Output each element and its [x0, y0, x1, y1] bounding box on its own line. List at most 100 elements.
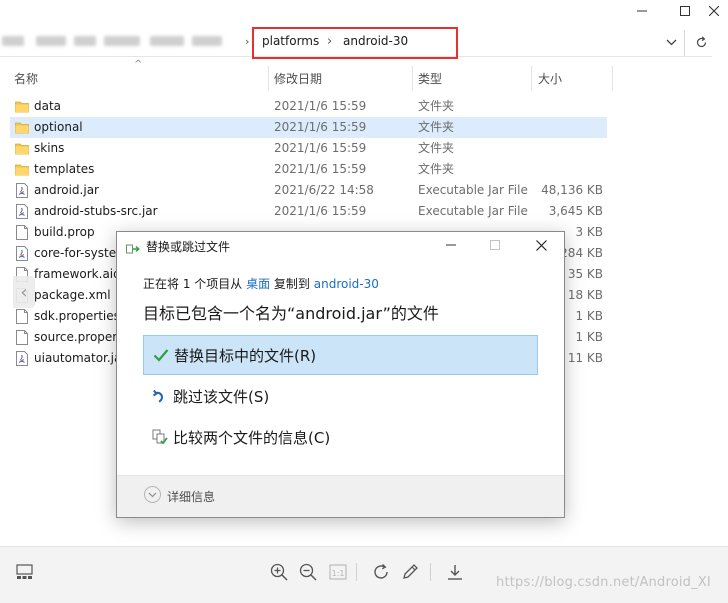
file-date: 2021/1/6 15:59 — [274, 162, 367, 176]
file-name: core-for-syste — [34, 246, 117, 260]
document-icon — [15, 330, 29, 345]
download-button[interactable] — [443, 560, 467, 584]
file-size: 284 KB — [560, 246, 603, 260]
file-name: build.prop — [34, 225, 95, 239]
replace-file-option[interactable]: 替换目标中的文件(R) — [143, 335, 538, 375]
file-name: skins — [34, 141, 65, 155]
file-date: 2021/1/6 15:59 — [274, 120, 367, 134]
zoom-out-icon — [299, 563, 317, 581]
file-row[interactable]: skins 2021/1/6 15:59 文件夹 — [10, 138, 607, 159]
minimize-button[interactable] — [628, 0, 656, 22]
close-icon — [709, 6, 719, 16]
thumbnails-icon — [15, 564, 33, 579]
file-name: android.jar — [34, 183, 99, 197]
thumbnail-view-button[interactable] — [12, 560, 36, 584]
copy-progress-middle: 复制到 — [270, 277, 314, 291]
rotate-icon — [374, 563, 388, 579]
file-size: 3,645 KB — [548, 204, 603, 218]
jar-file-icon — [15, 183, 29, 198]
watermark-text: https://blog.csdn.net/Android_XI — [496, 575, 711, 590]
address-path-obscured — [0, 31, 250, 51]
folder-icon — [15, 99, 29, 114]
column-divider[interactable] — [268, 66, 269, 90]
column-divider[interactable] — [612, 66, 613, 90]
zoom-out-button[interactable] — [296, 560, 320, 584]
source-folder-link[interactable]: 桌面 — [246, 277, 270, 291]
column-header-type[interactable]: 类型 — [418, 66, 528, 90]
chevron-down-icon — [148, 492, 157, 497]
compare-files-option[interactable]: 比较两个文件的信息(C) — [143, 418, 538, 458]
column-header-date-label: 修改日期 — [274, 71, 323, 86]
file-date: 2021/1/6 15:59 — [274, 141, 367, 155]
dialog-minimize-button[interactable] — [436, 234, 466, 256]
details-label[interactable]: 详细信息 — [167, 488, 215, 505]
skip-file-option[interactable]: 跳过该文件(S) — [143, 377, 538, 417]
address-history-dropdown[interactable] — [660, 31, 682, 53]
column-divider[interactable] — [412, 66, 413, 90]
dialog-title: 替换或跳过文件 — [146, 240, 231, 254]
pencil-icon — [403, 564, 418, 579]
file-size: 11 KB — [567, 351, 603, 365]
file-row[interactable]: android-stubs-src.jar 2021/1/6 15:59 Execu… — [10, 201, 607, 222]
file-row[interactable]: android.jar 2021/6/22 14:58 Executable Jar… — [10, 180, 607, 201]
file-row[interactable]: data 2021/1/6 15:59 文件夹 — [10, 96, 607, 117]
file-name: package.xml — [34, 288, 111, 302]
destination-folder-link[interactable]: android-30 — [314, 277, 379, 291]
compare-files-icon — [152, 429, 168, 445]
skip-arrow-icon — [152, 388, 168, 404]
file-name: sdk.properties — [34, 309, 120, 323]
close-window-button[interactable] — [700, 0, 728, 22]
file-type: 文件夹 — [418, 99, 455, 113]
jar-file-icon — [15, 204, 29, 219]
file-type: 文件夹 — [418, 162, 455, 176]
file-name: framework.aid — [34, 267, 121, 281]
column-header-name-label: 名称 — [14, 71, 39, 86]
details-expand-button[interactable] — [144, 486, 161, 503]
close-icon — [535, 239, 547, 251]
edit-button[interactable] — [398, 560, 422, 584]
maximize-button[interactable] — [671, 0, 699, 22]
compare-files-label: 比较两个文件的信息(C) — [173, 429, 331, 447]
checkmark-icon — [153, 347, 169, 363]
file-size: 18 KB — [567, 288, 603, 302]
file-name: android-stubs-src.jar — [34, 204, 158, 218]
column-header-type-label: 类型 — [418, 71, 443, 86]
toolbar-divider — [430, 563, 431, 581]
file-type: Executable Jar File — [418, 183, 528, 197]
file-date: 2021/6/22 14:58 — [274, 183, 374, 197]
actual-size-icon: 1:1 — [329, 564, 347, 580]
file-date: 2021/1/6 15:59 — [274, 204, 367, 218]
svg-text:1:1: 1:1 — [332, 569, 345, 578]
column-header-name[interactable]: 名称 — [14, 66, 266, 90]
file-name: data — [34, 99, 62, 113]
folder-icon — [15, 120, 29, 135]
replace-file-label: 替换目标中的文件(R) — [174, 347, 317, 365]
file-size: 3 KB — [575, 225, 603, 239]
column-divider[interactable] — [531, 66, 532, 90]
window-titlebar — [0, 0, 728, 24]
copy-progress-prefix: 正在将 1 个项目从 — [143, 277, 247, 291]
jar-file-icon — [15, 351, 29, 366]
minimize-icon — [637, 10, 647, 12]
dialog-close-button[interactable] — [526, 234, 556, 256]
actual-size-button[interactable]: 1:1 — [326, 560, 350, 584]
dialog-maximize-button — [480, 234, 510, 256]
highlight-annotation-box — [252, 27, 458, 59]
file-name: templates — [34, 162, 95, 176]
folder-icon — [15, 162, 29, 177]
rotate-button[interactable] — [369, 560, 393, 584]
column-header-size[interactable]: 大小 — [538, 66, 608, 90]
document-icon — [15, 225, 29, 240]
previous-image-button[interactable]: ‹ — [13, 276, 35, 308]
address-divider — [684, 30, 685, 56]
skip-file-label: 跳过该文件(S) — [173, 388, 270, 406]
conflict-heading: 目标已包含一个名为“android.jar”的文件 — [143, 304, 439, 323]
jar-file-icon — [15, 246, 29, 261]
column-header-date[interactable]: 修改日期 — [274, 66, 410, 90]
file-row[interactable]: optional 2021/1/6 15:59 文件夹 — [10, 117, 607, 138]
refresh-button[interactable] — [689, 31, 713, 53]
minimize-icon — [446, 244, 456, 246]
zoom-in-button[interactable] — [267, 560, 291, 584]
chevron-left-icon: ‹ — [20, 281, 28, 303]
file-row[interactable]: templates 2021/1/6 15:59 文件夹 — [10, 159, 607, 180]
